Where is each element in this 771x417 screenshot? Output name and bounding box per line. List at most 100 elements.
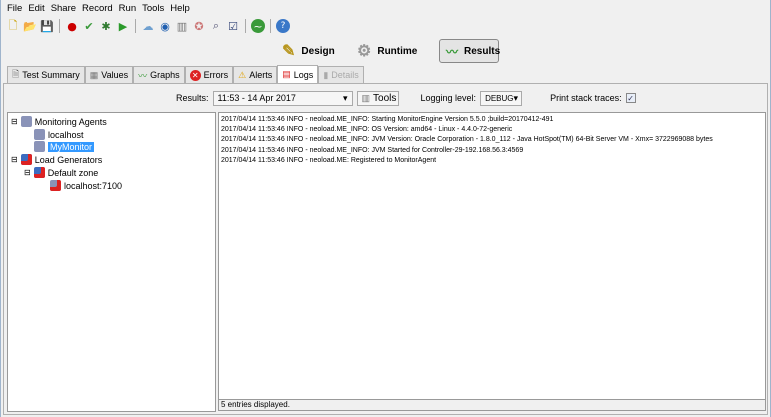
- tab-details[interactable]: ▮ Details: [318, 66, 364, 83]
- status-bar: 5 entries displayed.: [218, 400, 766, 411]
- node-label: Load Generators: [34, 154, 103, 165]
- log-entry: 2017/04/14 11:53:46 INFO - neoload.ME_IN…: [221, 136, 713, 144]
- separator: [135, 19, 136, 33]
- help-icon[interactable]: ?: [276, 19, 290, 33]
- log-entry: 2017/04/14 11:53:46 INFO - neoload.ME_IN…: [221, 126, 513, 134]
- menu-edit[interactable]: Edit: [28, 3, 44, 14]
- graph-icon: 〰: [138, 70, 148, 81]
- check-icon[interactable]: ✔: [82, 19, 96, 33]
- design-label: Design: [301, 45, 335, 57]
- network-error-icon: [20, 154, 32, 165]
- menu-file[interactable]: File: [7, 3, 22, 14]
- checklist-icon[interactable]: ☑: [226, 19, 240, 33]
- menu-run[interactable]: Run: [119, 3, 136, 14]
- error-icon: ✕: [189, 69, 201, 81]
- server-icon: [20, 116, 32, 127]
- document-icon: 🗎: [12, 69, 20, 79]
- tab-errors[interactable]: ✕ Errors: [184, 66, 234, 83]
- chevron-down-icon: ▾: [342, 92, 348, 103]
- node-label: MyMonitor: [48, 141, 95, 152]
- servers-icon[interactable]: ▥: [175, 19, 189, 33]
- tab-graphs[interactable]: 〰 Graphs: [133, 66, 185, 83]
- print-stack-traces-label: Print stack traces:: [550, 93, 622, 103]
- tab-label: Logs: [293, 69, 314, 80]
- log-entry: 2017/04/14 11:53:46 INFO - neoload.ME: R…: [221, 156, 437, 164]
- toolbar: 🗋 📂 💾 ● ✔ ✱ ▶ ☁ ◉ ▥ ✪ ⌕ ☑ ~ ?: [1, 17, 290, 35]
- tree-node-localhost-7100[interactable]: localhost:7100: [50, 179, 122, 192]
- logging-level-select[interactable]: DEBUG ▾: [480, 90, 523, 106]
- cloud-icon[interactable]: ☁: [141, 19, 155, 33]
- monitor-icon[interactable]: ~: [251, 19, 265, 33]
- log-entry: 2017/04/14 11:53:46 INFO - neoload.ME_IN…: [221, 116, 554, 123]
- log-output[interactable]: 2017/04/14 11:53:46 INFO - neoload.ME_IN…: [218, 112, 766, 400]
- menu-record[interactable]: Record: [82, 3, 113, 14]
- tab-label: Alerts: [249, 70, 273, 80]
- tools-label: Tools: [373, 92, 397, 104]
- tools-button[interactable]: ▥ Tools: [356, 90, 399, 106]
- logging-level-value: DEBUG: [485, 93, 514, 103]
- collapse-icon[interactable]: ⊟: [11, 155, 18, 164]
- tree-node-monitoring-agents[interactable]: ⊟ Monitoring Agents: [11, 115, 107, 128]
- log-icon: ▤: [282, 69, 291, 79]
- award-icon[interactable]: ✪: [192, 19, 206, 33]
- server-icon: [34, 141, 45, 152]
- log-entry: 2017/04/14 11:53:46 INFO - neoload.ME_IN…: [221, 146, 524, 154]
- results-label: Results: [464, 45, 501, 57]
- agents-tree: ⊟ Monitoring Agents localhost MyMonitor ⊟…: [7, 112, 216, 412]
- tree-node-default-zone[interactable]: ⊟ Default zone: [24, 166, 98, 179]
- results-controls: Results: 11:53 - 14 Apr 2017 ▾ ▥ Tools Log…: [176, 90, 636, 106]
- tab-alerts[interactable]: ⚠ Alerts: [233, 66, 278, 83]
- tab-bar: 🗎 Test Summary ▦ Values 〰 Graphs ✕ Errors ⚠ A…: [7, 65, 364, 83]
- tab-label: Test Summary: [22, 70, 80, 80]
- clock-icon[interactable]: ◉: [158, 19, 172, 33]
- node-label: Monitoring Agents: [34, 116, 107, 127]
- tab-values[interactable]: ▦ Values: [84, 66, 134, 83]
- tab-label: Errors: [203, 70, 229, 80]
- runtime-label: Runtime: [377, 45, 418, 57]
- search-icon[interactable]: ⌕: [209, 19, 223, 33]
- graph-icon: 〰: [446, 44, 459, 59]
- chevron-down-icon: ▾: [513, 92, 519, 103]
- servers-icon: ▥: [361, 92, 371, 103]
- alert-icon: ⚠: [238, 69, 247, 80]
- tab-label: Details: [331, 70, 359, 80]
- save-icon[interactable]: 💾: [40, 19, 54, 33]
- runtime-mode-button[interactable]: ⚙ Runtime: [351, 39, 423, 63]
- design-icon: ✎: [282, 43, 296, 60]
- menu-help[interactable]: Help: [170, 3, 190, 14]
- results-label: Results:: [176, 93, 209, 103]
- menu-bar: File Edit Share Record Run Tools Help: [1, 0, 770, 16]
- print-stack-traces-checkbox[interactable]: ✓: [625, 93, 636, 103]
- menu-tools[interactable]: Tools: [142, 3, 164, 14]
- tree-node-mymonitor[interactable]: MyMonitor: [34, 140, 95, 153]
- tree-node-load-generators[interactable]: ⊟ Load Generators: [11, 153, 102, 166]
- run-icon[interactable]: ▶: [116, 19, 130, 33]
- menu-share[interactable]: Share: [51, 3, 76, 14]
- open-icon[interactable]: 📂: [23, 19, 37, 33]
- collapse-icon[interactable]: ⊟: [11, 117, 18, 126]
- design-mode-button[interactable]: ✎ Design: [276, 39, 341, 63]
- separator: [245, 19, 246, 33]
- debug-icon[interactable]: ✱: [99, 19, 113, 33]
- table-icon: ▦: [89, 69, 99, 80]
- network-error-icon: [33, 167, 45, 178]
- node-label: Default zone: [47, 167, 99, 178]
- new-icon[interactable]: 🗋: [6, 19, 20, 33]
- separator: [270, 19, 271, 33]
- details-icon: ▮: [323, 69, 329, 80]
- separator: [59, 19, 60, 33]
- node-label: localhost: [48, 129, 84, 140]
- server-icon: [34, 129, 45, 140]
- tab-logs[interactable]: ▤ Logs: [277, 65, 319, 83]
- results-select[interactable]: 11:53 - 14 Apr 2017 ▾: [212, 90, 353, 106]
- record-icon[interactable]: ●: [65, 19, 79, 33]
- logging-level-label: Logging level:: [420, 93, 477, 103]
- server-error-icon: [50, 180, 61, 191]
- tab-label: Values: [101, 70, 129, 80]
- collapse-icon[interactable]: ⊟: [24, 168, 31, 177]
- tab-test-summary[interactable]: 🗎 Test Summary: [7, 66, 85, 83]
- results-mode-button[interactable]: 〰 Results: [439, 39, 501, 63]
- gear-icon: ⚙: [357, 43, 372, 60]
- tab-label: Graphs: [150, 70, 180, 80]
- results-value: 11:53 - 14 Apr 2017: [217, 93, 296, 103]
